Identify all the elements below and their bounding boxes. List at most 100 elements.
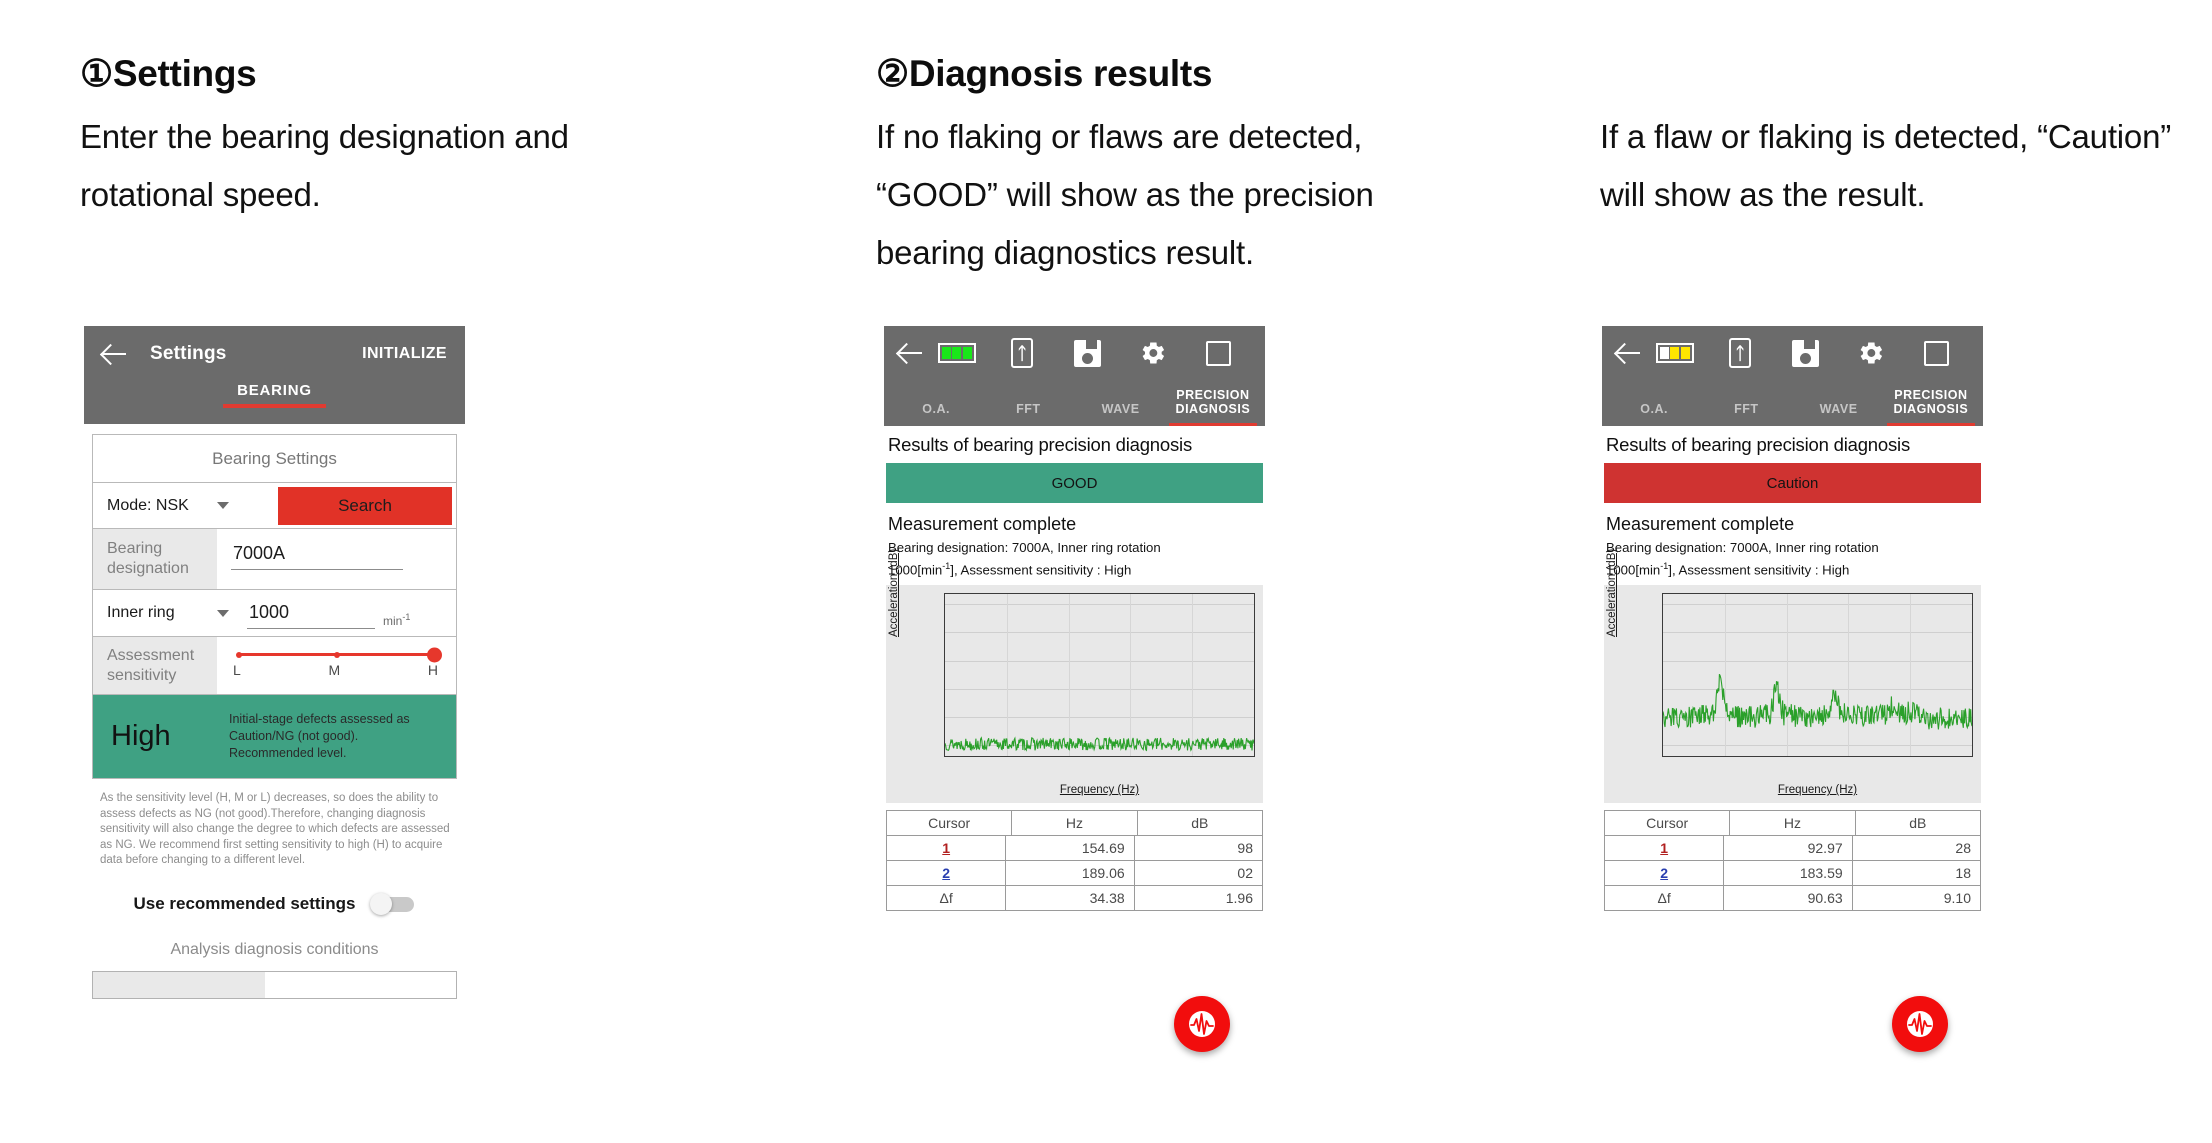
slider-thumb[interactable] — [427, 647, 442, 662]
slider-label-l: L — [233, 662, 241, 678]
result-phone-good: ᛏ O.A. FFT WAVE PRECISION DIAGNOSIS Resu… — [884, 326, 1265, 1091]
sensitivity-slider[interactable]: L M H — [217, 637, 456, 694]
analysis-conditions-table — [92, 970, 457, 999]
table-header-row: Cursor Hz dB — [1605, 811, 1980, 837]
spectrum-chart-caution: Acceleration (dB) -20-40-60-80-100-12010… — [1604, 549, 1981, 804]
tab-fft[interactable]: FFT — [982, 402, 1074, 426]
ring-select-label[interactable]: Inner ring — [93, 590, 217, 636]
measurement-detail-2: 1000[min-1], Assessment sensitivity : Hi… — [1606, 561, 1850, 578]
rotation-speed-input[interactable]: 1000 — [247, 598, 375, 629]
table-row: Δf 34.38 1.96 — [887, 886, 1262, 912]
col-cursor: Cursor — [1605, 811, 1731, 836]
gear-icon[interactable] — [1120, 339, 1185, 367]
column-desc-1: Enter the bearing designation and rotati… — [80, 118, 569, 213]
table-cell-value — [265, 971, 456, 998]
measure-fab-button[interactable] — [1892, 996, 1948, 1052]
verdict-badge: GOOD — [886, 463, 1263, 503]
cursor-2-hz: 189.06 — [1006, 861, 1135, 886]
column-desc-3: If a flaw or flaking is detected, “Cauti… — [1600, 118, 2172, 213]
delta-f-label: Δf — [1605, 886, 1725, 911]
cursor-table-good: Cursor Hz dB 1 154.69 98 2 189.06 02 Δf … — [886, 810, 1263, 912]
sensitivity-row: Assessment sensitivity L M H — [93, 637, 456, 695]
measurement-status: Measurement complete — [888, 514, 1077, 534]
back-arrow-icon[interactable] — [102, 341, 128, 367]
table-row: 1 154.69 98 — [887, 836, 1262, 862]
cursor-2-db: 18 — [1955, 865, 1971, 882]
chart-plot-area: -20-40-60-80-100-120100200300400500 — [944, 593, 1255, 758]
measurement-detail-2: 1000[min-1], Assessment sensitivity : Hi… — [888, 561, 1132, 578]
measure-fab-button[interactable] — [1174, 996, 1230, 1052]
stop-square-icon[interactable] — [1904, 340, 1969, 366]
delta-f-db: 1.96 — [1225, 890, 1253, 907]
tab-oa[interactable]: O.A. — [1608, 402, 1700, 426]
tab-precision-diagnosis[interactable]: PRECISION DIAGNOSIS — [1167, 388, 1259, 426]
slider-label-m: M — [328, 662, 341, 678]
chart-y-axis-label: Acceleration (dB) — [888, 549, 900, 638]
tab-precision-diagnosis[interactable]: PRECISION DIAGNOSIS — [1885, 388, 1977, 426]
battery-icon — [924, 343, 989, 363]
tab-fft[interactable]: FFT — [1700, 402, 1792, 426]
analysis-conditions-title: Analysis diagnosis conditions — [170, 940, 379, 958]
bluetooth-icon[interactable]: ᛏ — [1707, 338, 1772, 368]
slider-track[interactable] — [236, 647, 442, 662]
slider-tick-m — [333, 651, 340, 658]
battery-icon — [1642, 343, 1707, 363]
chevron-down-icon[interactable] — [216, 502, 229, 509]
search-button[interactable]: Search — [278, 486, 452, 525]
cursor-1-hz: 154.69 — [1006, 836, 1135, 861]
sensitivity-note: As the sensitivity level (H, M or L) dec… — [100, 792, 450, 866]
waveform-icon — [1907, 1011, 1933, 1037]
tab-wave[interactable]: WAVE — [1793, 402, 1885, 426]
column-title-2: ②Diagnosis results — [876, 53, 1213, 94]
cursor-2-label[interactable]: 2 — [1605, 861, 1725, 886]
slider-tick-l — [236, 651, 242, 658]
use-recommended-toggle[interactable] — [369, 892, 416, 915]
spectrum-chart-good: Acceleration (dB) -20-40-60-80-100-12010… — [886, 549, 1263, 804]
table-row: 1 92.97 28 — [1605, 836, 1980, 862]
verdict-badge: Caution — [1604, 463, 1981, 503]
result-appbar: ᛏ O.A. FFT WAVE PRECISION DIAGNOSIS — [884, 326, 1265, 426]
toggle-knob — [369, 892, 392, 915]
tab-wave[interactable]: WAVE — [1075, 402, 1167, 426]
cursor-1-label[interactable]: 1 — [1605, 836, 1725, 861]
measurement-status: Measurement complete — [1606, 514, 1795, 534]
initialize-button[interactable]: INITIALIZE — [362, 345, 447, 363]
settings-appbar: Settings INITIALIZE BEARING — [84, 326, 465, 424]
results-title: Results of bearing precision diagnosis — [1606, 434, 1910, 455]
cursor-2-db: 02 — [1237, 865, 1253, 882]
back-arrow-icon[interactable] — [898, 340, 924, 366]
save-icon[interactable] — [1773, 339, 1838, 367]
back-arrow-icon[interactable] — [1616, 340, 1642, 366]
chart-x-axis-label: Frequency (Hz) — [1777, 784, 1858, 797]
table-header-row: Cursor Hz dB — [887, 811, 1262, 837]
save-icon[interactable] — [1055, 339, 1120, 367]
chevron-down-icon[interactable] — [217, 609, 229, 617]
chart-y-axis-label: Acceleration (dB) — [1606, 549, 1618, 638]
bearing-designation-label: Bearing designation — [93, 529, 217, 589]
cursor-table-caution: Cursor Hz dB 1 92.97 28 2 183.59 18 Δf 9… — [1604, 810, 1981, 912]
column-title-1: ①Settings — [80, 53, 257, 94]
table-cell-label — [93, 971, 265, 998]
table-row: 2 189.06 02 — [887, 861, 1262, 887]
tab-oa[interactable]: O.A. — [890, 402, 982, 426]
column-desc-2: If no flaking or flaws are detected, “GO… — [876, 118, 1374, 271]
cursor-2-hz: 183.59 — [1724, 861, 1853, 886]
use-recommended-label: Use recommended settings — [133, 893, 356, 913]
cursor-1-label[interactable]: 1 — [887, 836, 1007, 861]
cursor-2-label[interactable]: 2 — [887, 861, 1007, 886]
bearing-settings-card: Bearing Settings Mode: NSK Search Bearin… — [92, 434, 457, 779]
tab-bearing[interactable]: BEARING — [223, 382, 326, 408]
sensitivity-high-banner: High Initial-stage defects assessed as C… — [93, 695, 456, 778]
stop-square-icon[interactable] — [1186, 340, 1251, 366]
card-title: Bearing Settings — [93, 435, 456, 483]
bearing-designation-row: Bearing designation 7000A — [93, 529, 456, 590]
bearing-designation-input[interactable]: 7000A — [231, 539, 403, 570]
delta-f-hz: 90.63 — [1724, 886, 1853, 911]
mode-select-label[interactable]: Mode: NSK — [107, 497, 189, 515]
col-db: dB — [1191, 815, 1209, 832]
gear-icon[interactable] — [1838, 339, 1903, 367]
delta-f-db: 9.10 — [1943, 890, 1971, 907]
col-hz: Hz — [1012, 811, 1138, 836]
bluetooth-icon[interactable]: ᛏ — [989, 338, 1054, 368]
chart-series-path — [945, 736, 1254, 753]
